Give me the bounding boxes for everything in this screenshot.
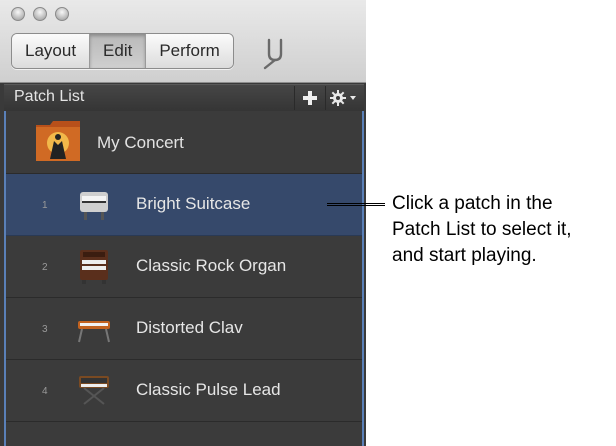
clavinet-icon <box>78 321 110 343</box>
tuning-fork-icon[interactable] <box>255 36 289 70</box>
gear-icon <box>330 90 356 106</box>
patch-label: Bright Suitcase <box>136 194 251 213</box>
patch-number: 4 <box>42 386 48 397</box>
layout-mode-button[interactable]: Layout <box>12 34 91 68</box>
patch-action-menu-button[interactable] <box>325 86 362 110</box>
add-patch-button[interactable] <box>294 86 325 110</box>
organ-icon <box>80 250 108 284</box>
patch-number: 3 <box>42 324 48 335</box>
mainstage-window: Layout Edit Perform Patch List My Concer… <box>0 0 366 446</box>
callout-line-1: Click a patch in the <box>392 193 553 214</box>
concert-item[interactable]: My Concert <box>6 111 362 174</box>
electric-piano-icon <box>80 192 108 220</box>
patch-row-4[interactable]: 4 Classic Pulse Lead <box>6 360 362 422</box>
patch-row-3[interactable]: 3 Distorted Clav <box>6 298 362 360</box>
callout-annotation: Click a patch in the Patch List to selec… <box>392 191 607 269</box>
callout-line-3: and start playing. <box>392 245 537 266</box>
perform-mode-button[interactable]: Perform <box>146 34 233 68</box>
mode-selector: Layout Edit Perform <box>11 33 234 69</box>
callout-leader-line <box>327 203 385 206</box>
callout-line-2: Patch List to select it, <box>392 219 572 240</box>
concert-folder-icon <box>36 121 80 161</box>
close-button[interactable] <box>11 7 25 21</box>
patch-row-1[interactable]: 1 Bright Suitcase <box>6 174 362 236</box>
window-toolbar: Layout Edit Perform <box>0 0 366 83</box>
plus-icon <box>303 91 317 105</box>
synthesizer-icon <box>79 376 109 405</box>
concert-label: My Concert <box>97 133 184 152</box>
patch-label: Classic Rock Organ <box>136 256 287 275</box>
edit-mode-button[interactable]: Edit <box>90 34 147 68</box>
window-controls <box>11 7 69 21</box>
patch-label: Classic Pulse Lead <box>136 380 281 399</box>
patch-row-2[interactable]: 2 Classic Rock Organ <box>6 236 362 298</box>
patch-list-title: Patch List <box>14 88 85 105</box>
patch-list-header: Patch List <box>4 84 364 111</box>
minimize-button[interactable] <box>33 7 47 21</box>
patch-number: 1 <box>42 200 48 211</box>
patch-number: 2 <box>42 262 48 273</box>
patch-list: My Concert 1 Bright Suitcase 2 Classic R… <box>4 111 364 446</box>
zoom-button[interactable] <box>55 7 69 21</box>
patch-label: Distorted Clav <box>136 318 243 337</box>
